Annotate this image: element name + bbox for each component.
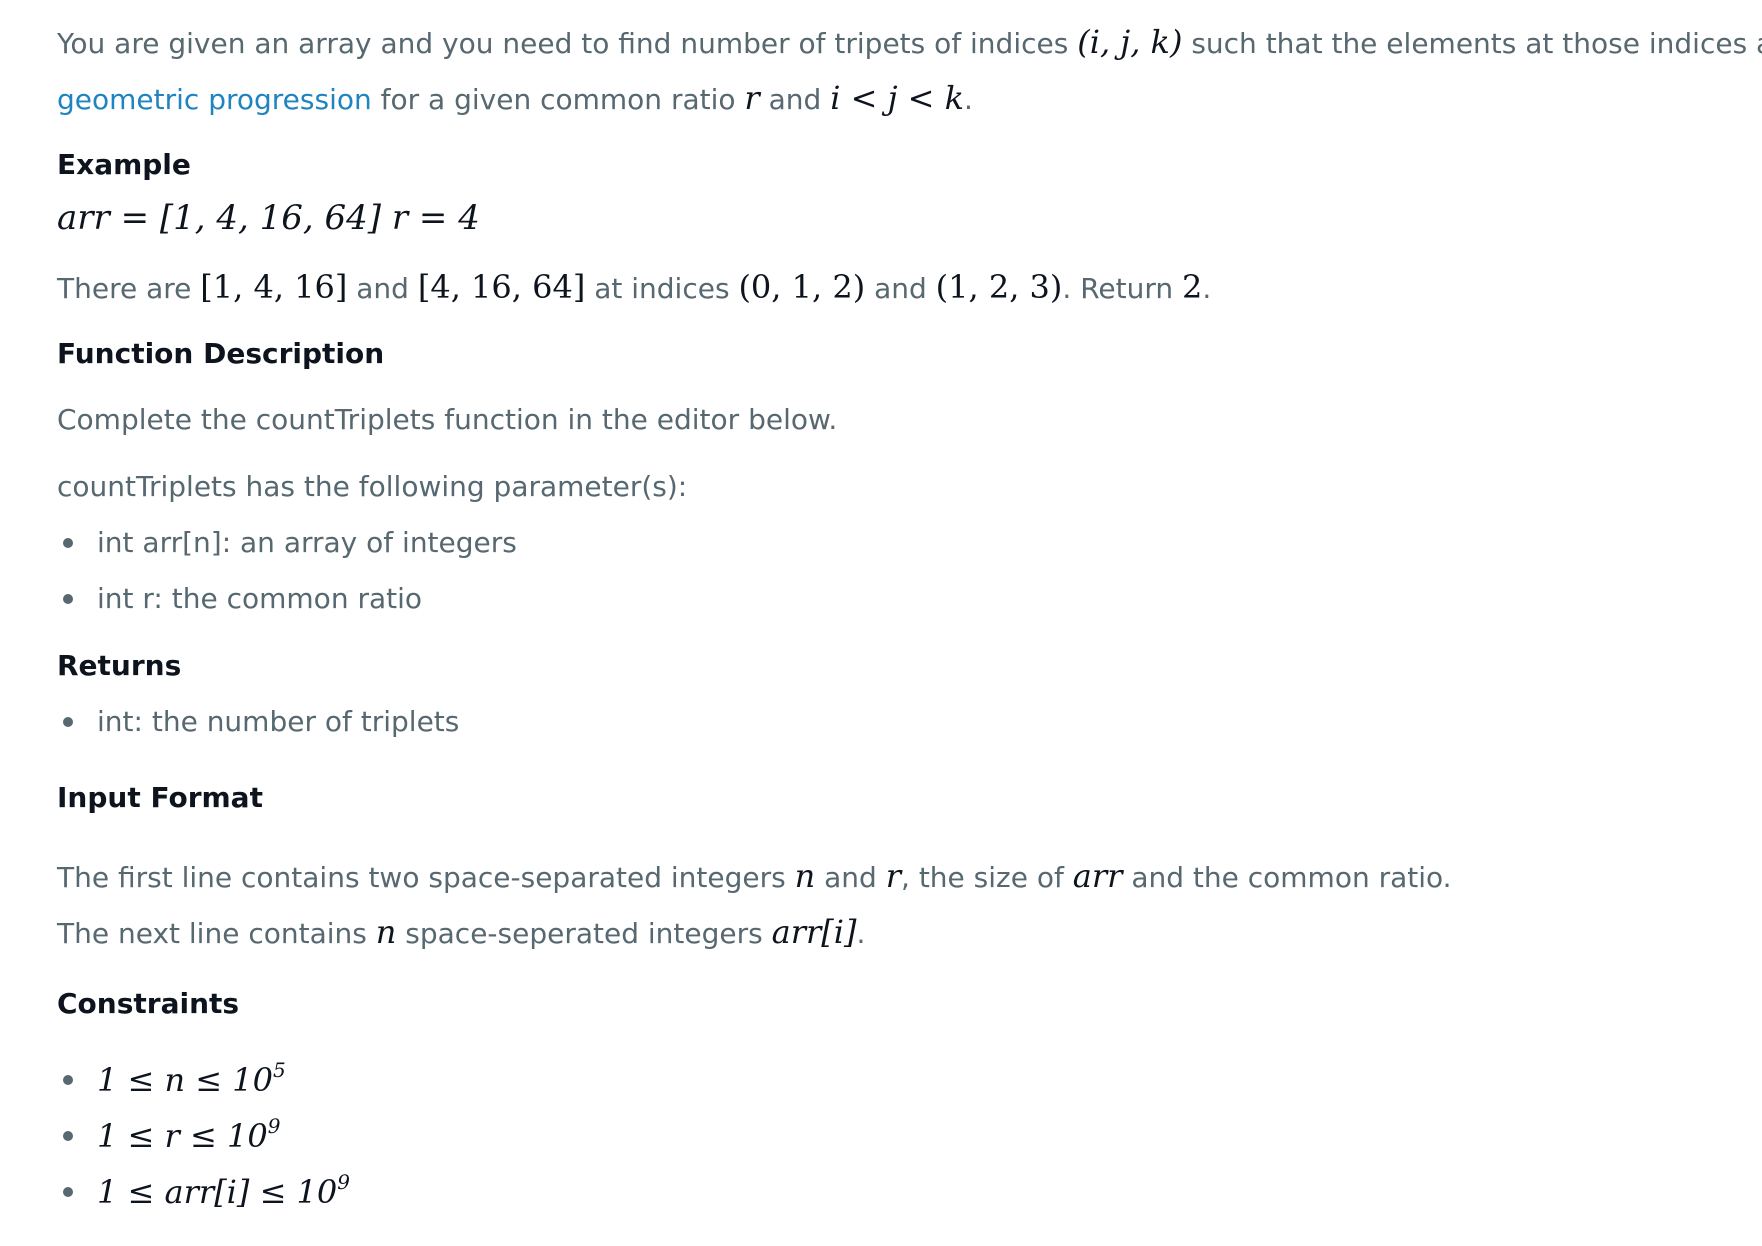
intro-text: and — [759, 83, 831, 116]
bullet-dot — [63, 1131, 73, 1141]
math-n: n — [794, 857, 816, 895]
intro-text: for a given common ratio — [371, 83, 745, 116]
math-indices-1: (0, 1, 2) — [738, 268, 866, 306]
intro-line-1: You are given an array and you need to f… — [57, 22, 1762, 64]
input-text: . — [856, 917, 866, 950]
intro-text: such that the elements at those indices … — [1191, 27, 1762, 60]
math-n: n — [375, 913, 397, 951]
input-text: The first line contains two space-separa… — [57, 861, 795, 894]
input-format-line-2: The next line contains n space-seperated… — [57, 912, 865, 954]
function-description-line-2: countTriplets has the following paramete… — [57, 470, 688, 503]
bullet-dot — [63, 1187, 73, 1197]
input-text: The next line contains — [57, 917, 376, 950]
input-format-heading: Input Format — [57, 781, 263, 814]
bullet-dot — [63, 538, 73, 548]
function-description-heading: Function Description — [57, 337, 385, 370]
intro-text: You are given an array and you need to f… — [57, 27, 1078, 60]
math-return-value: 2 — [1182, 268, 1203, 306]
math-ijk: i < j < k — [830, 79, 965, 117]
input-text: and the common ratio. — [1122, 861, 1452, 894]
constraint-r: 1 ≤ r ≤ 109 — [97, 1116, 280, 1156]
math-arr-i: arr[i] — [771, 913, 857, 951]
example-text: . Return — [1062, 272, 1183, 305]
constraint-exponent: 5 — [273, 1058, 286, 1082]
math-indices-2: (1, 2, 3) — [935, 268, 1063, 306]
math-r: r — [744, 79, 760, 117]
example-text: and — [347, 272, 418, 305]
math-arr: arr — [1072, 857, 1123, 895]
example-math: arr = [1, 4, 16, 64] r = 4 — [57, 198, 480, 238]
constraint-exponent: 9 — [267, 1114, 281, 1138]
example-text: and — [865, 272, 936, 305]
example-heading: Example — [57, 148, 191, 181]
bullet-dot — [63, 594, 73, 604]
input-format-line-1: The first line contains two space-separa… — [57, 856, 1452, 898]
math-indices: (i, j, k) — [1077, 23, 1183, 61]
constraint-text: 1 ≤ n ≤ 10 — [97, 1061, 273, 1099]
intro-line-2: geometric progression for a given common… — [57, 78, 973, 120]
function-description-line-1: Complete the countTriplets function in t… — [57, 403, 838, 436]
bullet-dot — [63, 717, 73, 727]
returns-text: int: the number of triplets — [97, 705, 460, 738]
example-text: . — [1202, 272, 1212, 305]
input-text: and — [815, 861, 886, 894]
constraint-n: 1 ≤ n ≤ 105 — [97, 1060, 286, 1100]
constraint-text: 1 ≤ arr[i] ≤ 10 — [97, 1173, 338, 1211]
constraint-arr: 1 ≤ arr[i] ≤ 109 — [97, 1172, 350, 1212]
math-triplet-2: [4, 16, 64] — [417, 268, 586, 306]
math-triplet-1: [1, 4, 16] — [200, 268, 348, 306]
example-math-line: arr = [1, 4, 16, 64] r = 4 — [57, 198, 480, 240]
example-explanation: There are [1, 4, 16] and [4, 16, 64] at … — [57, 267, 1211, 309]
input-text: space-seperated integers — [396, 917, 772, 950]
input-text: , the size of — [901, 861, 1073, 894]
example-text: There are — [57, 272, 201, 305]
intro-text: . — [964, 83, 973, 116]
returns-heading: Returns — [57, 649, 182, 682]
bullet-dot — [63, 1075, 73, 1085]
math-r: r — [885, 857, 902, 895]
param-text: int arr[n]: an array of integers — [97, 526, 517, 559]
constraints-heading: Constraints — [57, 987, 240, 1020]
geometric-progression-link[interactable]: geometric progression — [57, 83, 372, 116]
example-text: at indices — [585, 272, 739, 305]
constraint-exponent: 9 — [337, 1170, 350, 1194]
param-text: int r: the common ratio — [97, 582, 423, 615]
constraint-text: 1 ≤ r ≤ 10 — [97, 1117, 268, 1155]
